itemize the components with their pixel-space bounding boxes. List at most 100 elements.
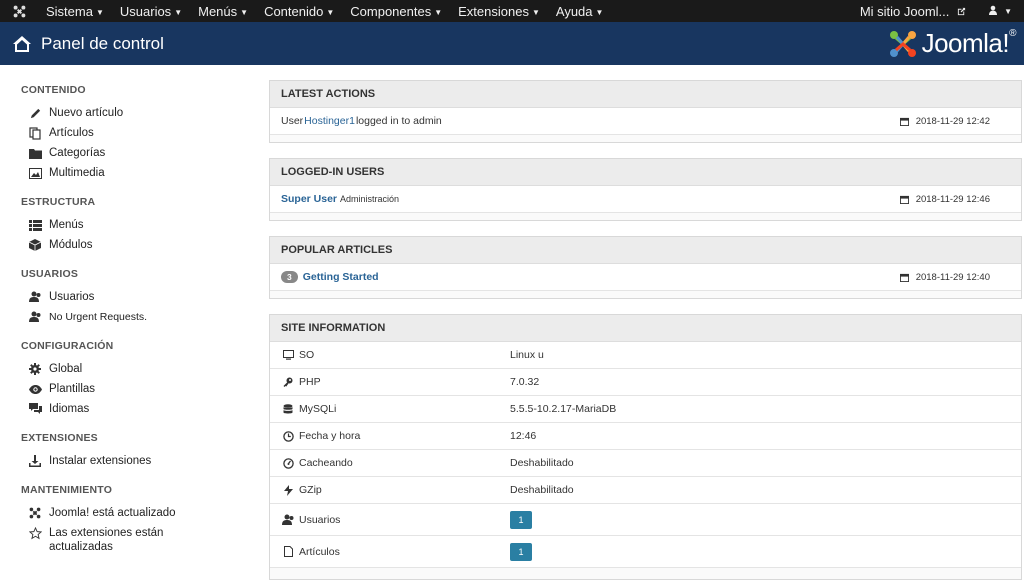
caret-down-icon: ▼ [595,7,604,17]
hits-badge: 3 [281,271,298,283]
sidebar-section-mantenimiento: MANTENIMIENTO [21,484,113,496]
joomla-menu-icon[interactable] [0,5,38,18]
info-row-mysqli: MySQLi 5.5.5-10.2.17-MariaDB [270,396,1021,423]
file-icon [281,546,295,557]
database-icon [281,403,295,415]
sidebar-item-joomla-actualizado[interactable]: Joomla! está actualizado [28,506,228,520]
eye-icon [28,382,42,396]
calendar-icon [899,195,909,204]
folder-icon [28,146,42,160]
star-icon [28,526,42,540]
sidebar-section-usuarios: USUARIOS [21,268,79,280]
image-icon [28,166,42,180]
users-icon [281,514,295,526]
cube-icon [28,238,42,252]
site-information-panel: SITE INFORMATION SO Linux u PHP 7.0.32 M… [269,314,1022,580]
info-row-gzip: GZip Deshabilitado [270,477,1021,504]
articles-count-button[interactable]: 1 [510,542,532,561]
users-count-button[interactable]: 1 [510,510,532,529]
user-link[interactable]: Hostinger1 [304,115,355,127]
desktop-icon [281,350,295,360]
info-row-articulos: Artículos 1 [270,536,1021,568]
article-link[interactable]: Getting Started [303,271,379,283]
user-link[interactable]: Super User [281,193,337,205]
panel-title: LATEST ACTIONS [270,81,1021,108]
home-icon [13,35,31,52]
copy-icon [28,126,42,140]
caret-down-icon: ▼ [531,7,540,17]
list-item: User Hostinger1 logged in to admin 2018-… [270,108,1021,135]
sidebar-item-no-urgent-requests[interactable]: No Urgent Requests. [28,310,228,324]
caret-down-icon: ▼ [1004,7,1012,17]
list-icon [28,218,42,232]
users-icon [28,290,42,304]
sidebar-item-multimedia[interactable]: Multimedia [28,166,228,180]
user-menu[interactable]: ▼ [976,5,1024,18]
sidebar-section-estructura: ESTRUCTURA [21,196,96,208]
panel-title: POPULAR ARTICLES [270,237,1021,264]
list-item: Super User Administración 2018-11-29 12:… [270,186,1021,213]
page-title: Panel de control [41,33,164,53]
caret-down-icon: ▼ [240,7,249,17]
external-link-icon [957,7,966,15]
sidebar-section-configuracion: CONFIGURACIÓN [21,340,114,352]
panel-title: LOGGED-IN USERS [270,159,1021,186]
menu-contenido[interactable]: Contenido ▼ [256,4,342,19]
gear-icon [28,362,42,376]
joomla-logo-icon [889,30,916,57]
caret-down-icon: ▼ [174,7,183,17]
sidebar-item-extensiones-actualizadas[interactable]: Las extensiones están actualizadas [28,526,228,554]
joomla-icon [28,506,42,520]
lightning-icon [281,484,295,496]
pencil-icon [28,106,42,120]
user-icon [989,5,998,15]
info-row-php: PHP 7.0.32 [270,369,1021,396]
menu-usuarios[interactable]: Usuarios ▼ [112,4,190,19]
info-row-so: SO Linux u [270,342,1021,369]
sidebar-item-modulos[interactable]: Módulos [28,238,228,252]
popular-articles-panel: POPULAR ARTICLES 3 Getting Started 2018-… [269,236,1022,299]
joomla-logo: Joomla!® [888,28,1016,59]
timestamp: 2018-11-29 12:46 [899,194,990,205]
list-item: 3 Getting Started 2018-11-29 12:40 [270,264,1021,291]
menu-ayuda[interactable]: Ayuda ▼ [548,4,612,19]
download-icon [28,454,42,468]
sidebar-item-menus[interactable]: Menús [28,218,228,232]
clock-icon [281,430,295,442]
top-menu-bar: Sistema ▼ Usuarios ▼ Menús ▼ Contenido ▼ Com… [0,0,1024,22]
sidebar-item-categorias[interactable]: Categorías [28,146,228,160]
users-icon [28,310,42,324]
logged-in-users-panel: LOGGED-IN USERS Super User Administració… [269,158,1022,221]
info-row-fecha-hora: Fecha y hora 12:46 [270,423,1021,450]
caret-down-icon: ▼ [95,7,104,17]
menu-menus[interactable]: Menús ▼ [190,4,256,19]
calendar-icon [899,117,909,126]
caret-down-icon: ▼ [434,7,443,17]
sidebar-item-global[interactable]: Global [28,362,228,376]
calendar-icon [899,273,909,282]
timestamp: 2018-11-29 12:40 [899,272,990,283]
sidebar-item-instalar-extensiones[interactable]: Instalar extensiones [28,454,228,468]
latest-actions-panel: LATEST ACTIONS User Hostinger1 logged in… [269,80,1022,143]
sidebar-item-usuarios[interactable]: Usuarios [28,290,228,304]
info-row-cacheando: Cacheando Deshabilitado [270,450,1021,477]
timestamp: 2018-11-29 12:42 [899,116,990,127]
menu-componentes[interactable]: Componentes ▼ [342,4,450,19]
sidebar-item-articulos[interactable]: Artículos [28,126,228,140]
comments-icon [28,402,42,416]
sidebar-section-extensiones: EXTENSIONES [21,432,98,444]
sidebar-item-nuevo-articulo[interactable]: Nuevo artículo [28,106,228,120]
view-site-link[interactable]: Mi sitio Jooml... [850,4,976,19]
page-header: Panel de control Joomla!® [0,22,1024,65]
key-icon [281,377,295,387]
caret-down-icon: ▼ [326,7,335,17]
sidebar-item-plantillas[interactable]: Plantillas [28,382,228,396]
dashboard-icon [281,457,295,469]
menu-sistema[interactable]: Sistema ▼ [38,4,112,19]
info-row-usuarios: Usuarios 1 [270,504,1021,536]
menu-extensiones[interactable]: Extensiones ▼ [450,4,548,19]
sidebar-item-idiomas[interactable]: Idiomas [28,402,228,416]
user-area: Administración [340,194,400,204]
panel-title: SITE INFORMATION [270,315,1021,342]
sidebar-section-contenido: CONTENIDO [21,84,86,96]
